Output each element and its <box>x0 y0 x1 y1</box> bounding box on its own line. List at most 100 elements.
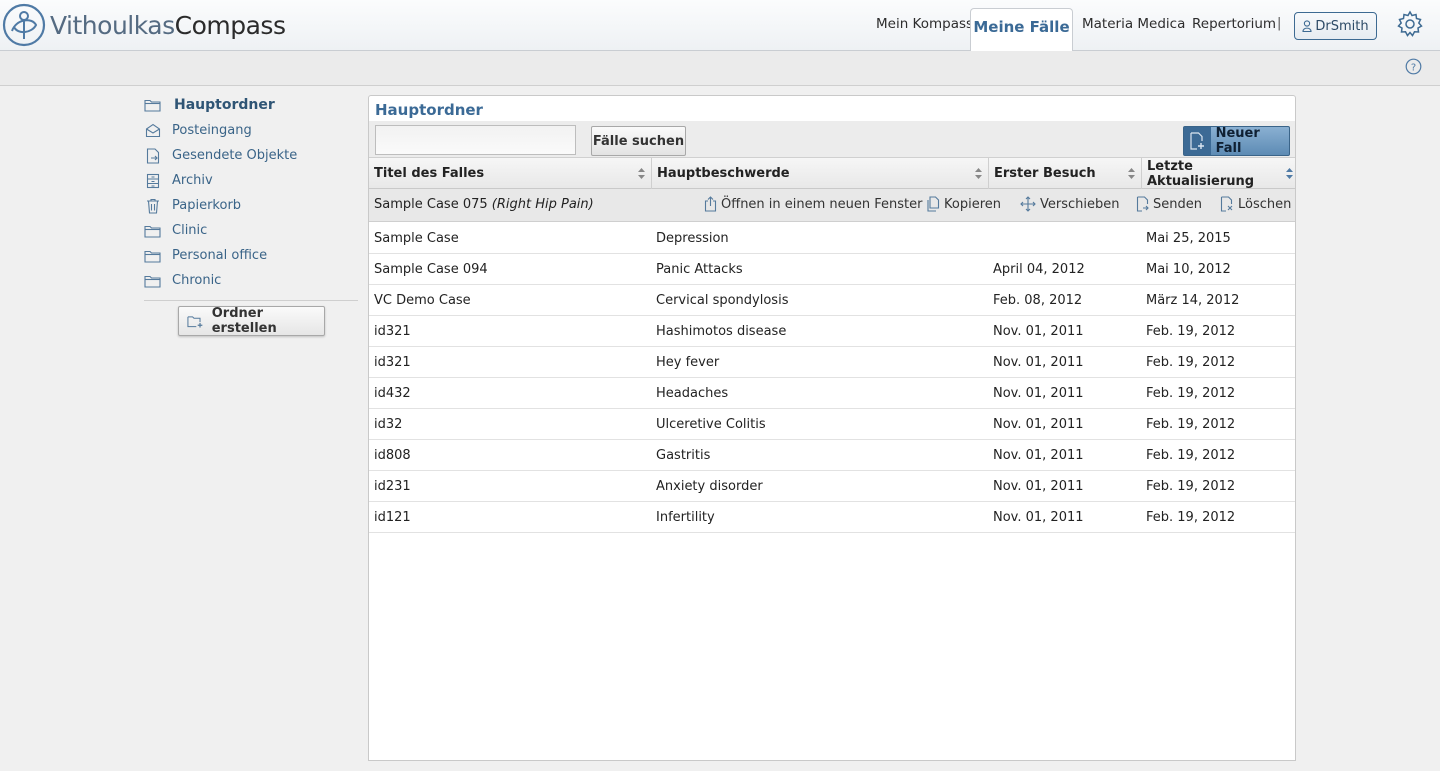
app-logo[interactable]: VithoulkasCompass <box>2 3 286 47</box>
new-document-icon <box>1184 127 1211 155</box>
sidebar-item-label: Personal office <box>172 248 268 263</box>
cell-complaint: Anxiety disorder <box>656 479 763 494</box>
column-header-letzte-aktualisierung[interactable]: Letzte Aktualisierung <box>1142 158 1295 189</box>
new-case-button[interactable]: Neuer Fall <box>1183 126 1290 156</box>
cell-last-update: Mai 10, 2012 <box>1146 262 1231 277</box>
help-icon[interactable]: ? <box>1405 58 1422 75</box>
folder-icon <box>144 247 161 264</box>
open-new-window-button[interactable]: Öffnen in einem neuen Fenster <box>704 196 923 212</box>
copy-button[interactable]: Kopieren <box>926 196 1001 212</box>
user-icon <box>1302 20 1312 32</box>
cell-first-visit: Nov. 01, 2011 <box>993 448 1084 463</box>
cell-complaint: Gastritis <box>656 448 711 463</box>
cell-first-visit: Nov. 01, 2011 <box>993 324 1084 339</box>
sidebar-item-label: Posteingang <box>172 123 252 138</box>
user-menu-button[interactable]: DrSmith <box>1294 12 1377 40</box>
cell-title: id432 <box>374 386 411 401</box>
archive-icon <box>144 172 161 189</box>
cell-title: id121 <box>374 510 411 525</box>
sidebar-item-gesendete-objekte[interactable]: Gesendete Objekte <box>144 143 358 168</box>
sidebar-item-clinic[interactable]: Clinic <box>144 218 358 243</box>
cell-title: Sample Case 094 <box>374 262 488 277</box>
search-input[interactable] <box>375 125 576 155</box>
nav-repertorium[interactable]: Repertorium <box>1192 16 1276 32</box>
user-name: DrSmith <box>1315 18 1369 34</box>
cell-last-update: Feb. 19, 2012 <box>1146 417 1236 432</box>
cell-title: VC Demo Case <box>374 293 471 308</box>
sidebar-item-archiv[interactable]: Archiv <box>144 168 358 193</box>
nav-materia-medica[interactable]: Materia Medica <box>1082 16 1185 32</box>
send-icon <box>1136 196 1149 212</box>
folder-icon <box>144 222 161 239</box>
delete-button[interactable]: Löschen <box>1220 196 1291 212</box>
send-button[interactable]: Senden <box>1136 196 1202 212</box>
top-header: VithoulkasCompass Mein Kompass Meine Fäl… <box>0 0 1440 51</box>
folder-icon <box>144 272 161 289</box>
cell-title: id321 <box>374 355 411 370</box>
nav-separator: | <box>1277 16 1282 31</box>
panel-title: Hauptordner <box>375 101 483 119</box>
table-row[interactable]: id321 Hashimotos disease Nov. 01, 2011 F… <box>369 316 1295 347</box>
cell-first-visit: Nov. 01, 2011 <box>993 386 1084 401</box>
nav-mein-kompass[interactable]: Mein Kompass <box>876 16 973 32</box>
sort-icon <box>975 168 982 179</box>
sidebar-divider <box>144 300 358 301</box>
sidebar-item-posteingang[interactable]: Posteingang <box>144 118 358 143</box>
sub-toolbar <box>0 51 1440 86</box>
logo-text: VithoulkasCompass <box>50 10 286 40</box>
table-row[interactable]: id808 Gastritis Nov. 01, 2011 Feb. 19, 2… <box>369 440 1295 471</box>
cell-complaint: Infertility <box>656 510 715 525</box>
sidebar-root-label: Hauptordner <box>174 97 275 113</box>
cell-last-update: Feb. 19, 2012 <box>1146 324 1236 339</box>
sort-icon <box>1128 168 1135 179</box>
inbox-icon <box>144 122 161 139</box>
cell-complaint: Depression <box>656 231 729 246</box>
folder-sidebar: Hauptordner Posteingang Gesendete Objekt… <box>144 96 358 293</box>
move-icon <box>1020 196 1036 212</box>
delete-document-icon <box>1220 196 1233 212</box>
sort-icon <box>1286 168 1293 179</box>
cell-last-update: März 14, 2012 <box>1146 293 1240 308</box>
gear-icon[interactable] <box>1396 10 1424 38</box>
cell-last-update: Feb. 19, 2012 <box>1146 448 1236 463</box>
cell-last-update: Mai 25, 2015 <box>1146 231 1231 246</box>
table-row[interactable]: id432 Headaches Nov. 01, 2011 Feb. 19, 2… <box>369 378 1295 409</box>
move-button[interactable]: Verschieben <box>1020 196 1120 212</box>
cell-complaint: Headaches <box>656 386 729 401</box>
cell-title: id321 <box>374 324 411 339</box>
cell-first-visit: Feb. 08, 2012 <box>993 293 1083 308</box>
table-row[interactable]: id121 Infertility Nov. 01, 2011 Feb. 19,… <box>369 502 1295 533</box>
column-header-hauptbeschwerde[interactable]: Hauptbeschwerde <box>652 158 989 189</box>
table-row[interactable]: Sample Case 094 Panic Attacks April 04, … <box>369 254 1295 285</box>
sidebar-item-papierkorb[interactable]: Papierkorb <box>144 193 358 218</box>
table-row[interactable]: id321 Hey fever Nov. 01, 2011 Feb. 19, 2… <box>369 347 1295 378</box>
cell-first-visit: April 04, 2012 <box>993 262 1085 277</box>
folder-icon <box>144 97 161 114</box>
copy-icon <box>927 196 940 212</box>
create-folder-button[interactable]: Ordner erstellen <box>178 306 325 336</box>
cell-last-update: Feb. 19, 2012 <box>1146 510 1236 525</box>
selected-case-row[interactable]: Sample Case 075 (Right Hip Pain) Öffnen … <box>369 189 1295 222</box>
table-row[interactable]: Sample Case Depression Mai 25, 2015 <box>369 223 1295 254</box>
table-row[interactable]: id32 Ulceretive Colitis Nov. 01, 2011 Fe… <box>369 409 1295 440</box>
cell-complaint: Panic Attacks <box>656 262 743 277</box>
svg-text:?: ? <box>1411 63 1416 74</box>
nav-meine-faelle[interactable]: Meine Fälle <box>970 8 1073 51</box>
sidebar-root-folder[interactable]: Hauptordner <box>144 96 358 114</box>
table-row[interactable]: VC Demo Case Cervical spondylosis Feb. 0… <box>369 285 1295 316</box>
sent-icon <box>144 147 161 164</box>
sidebar-item-label: Archiv <box>172 173 213 188</box>
cell-title: id808 <box>374 448 411 463</box>
sidebar-item-chronic[interactable]: Chronic <box>144 268 358 293</box>
table-row[interactable]: id231 Anxiety disorder Nov. 01, 2011 Feb… <box>369 471 1295 502</box>
sidebar-item-label: Chronic <box>172 273 222 288</box>
cell-first-visit: Nov. 01, 2011 <box>993 479 1084 494</box>
cell-last-update: Feb. 19, 2012 <box>1146 479 1236 494</box>
column-header-titel[interactable]: Titel des Falles <box>369 158 652 189</box>
cell-last-update: Feb. 19, 2012 <box>1146 355 1236 370</box>
search-button[interactable]: Fälle suchen <box>591 126 686 156</box>
cell-complaint: Hey fever <box>656 355 720 370</box>
sidebar-item-personal-office[interactable]: Personal office <box>144 243 358 268</box>
column-header-erster-besuch[interactable]: Erster Besuch <box>989 158 1142 189</box>
selected-case-title: Sample Case 075 (Right Hip Pain) <box>374 197 594 212</box>
